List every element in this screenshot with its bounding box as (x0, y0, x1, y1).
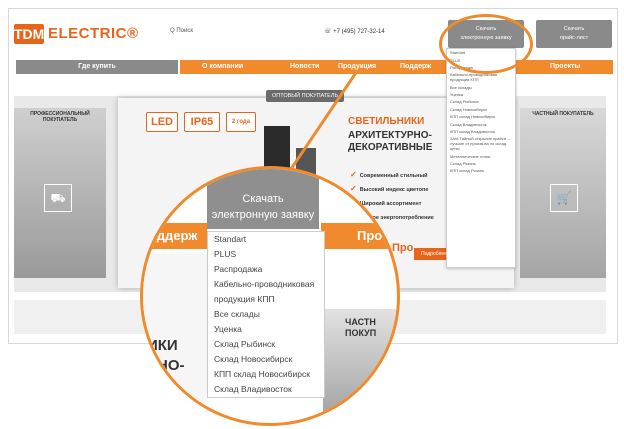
nav-projects[interactable]: Проекты (550, 60, 580, 74)
banner-title: СВЕТИЛЬНИКИ (348, 116, 425, 127)
dropdown-item[interactable]: Склад Рязань (447, 160, 515, 167)
mag-dropdown-item[interactable]: Склад Владивосток (208, 382, 324, 397)
shop-icon: 🛒 (550, 184, 578, 212)
search-link[interactable]: Q Поиск (170, 28, 193, 34)
highlight-ring (439, 14, 533, 74)
phone-number[interactable]: ☏ +7 (495) 727-32-14 (324, 28, 385, 35)
dropdown-item[interactable]: КПП склад Рязань (447, 167, 515, 174)
mag-btn-line2: электронную заявку (211, 209, 315, 221)
mag-dropdown-item[interactable]: Все склады (208, 307, 324, 322)
dropdown-item[interactable]: ЗАМ Тайный открытие прайса — лучшие от п… (447, 135, 515, 152)
cart-icon: ⛟ (44, 184, 72, 212)
mag-btn-line1: Скачать (242, 193, 284, 205)
dropdown-item[interactable]: Склад Владивосток (447, 120, 515, 127)
mag-dropdown-list: Standart PLUS Распродажа Кабельно-провод… (207, 231, 325, 398)
download-price-line2: прайс-лист (559, 35, 589, 41)
mag-right-line2: ПОКУП (345, 328, 377, 338)
mag-left-text-3: ЫЕ (147, 377, 172, 394)
dropdown-item[interactable]: Склад Новосибирск (447, 106, 515, 113)
download-price-line1: Скачать (563, 26, 585, 32)
mag-dropdown-item[interactable]: Кабельно-проводниковая (208, 277, 324, 292)
wholesale-tag: ОПТОВЫЙ ПОКУПАТЕЛЬ (266, 90, 345, 102)
logo-word[interactable]: ELECTRIC® (48, 24, 139, 44)
mag-left-text-1: ИКИ (147, 337, 178, 354)
mag-dropdown-item[interactable]: Склад Рыбинск (208, 337, 324, 352)
mag-left-text-2: РНО- (147, 357, 185, 374)
badge-led: LED (146, 112, 178, 132)
mag-dropdown-item[interactable]: продукция КПП (208, 292, 324, 307)
mag-dropdown-item[interactable]: Распродажа (208, 262, 324, 277)
private-buyer-panel[interactable]: ЧАСТНЫЙ ПОКУПАТЕЛЬ 🛒 (520, 108, 606, 278)
dropdown-item[interactable]: КПП склад Владивосток (447, 128, 515, 135)
dropdown-item[interactable]: Уценка (447, 91, 515, 98)
mag-dropdown-item[interactable]: КПП склад Новосибирск (208, 367, 324, 382)
nav-news[interactable]: Новости (290, 60, 319, 74)
mag-dropdown-item[interactable]: Уценка (208, 322, 324, 337)
main-nav: О компании Новости Продукция Поддерж Про… (180, 60, 613, 74)
mag-dropdown-item[interactable]: PLUS (208, 247, 324, 262)
dropdown-item[interactable]: Все склады (447, 84, 515, 91)
mag-right-text: ЧАСТН ПОКУП (345, 317, 376, 339)
download-price-button[interactable]: Скачать прайс-лист (536, 20, 612, 48)
mag-download-order-button[interactable]: Скачать электронную заявку (207, 169, 319, 229)
magnifier: оддерж Про Скачать электронную заявку ИК… (140, 166, 400, 426)
mag-dropdown-item[interactable]: Standart (208, 232, 324, 247)
where-to-buy-button[interactable]: Где купить (16, 60, 178, 74)
pro-buyer-panel[interactable]: ПРОФЕССИОНАЛЬНЫЙ ПОКУПАТЕЛЬ ⛟ (14, 108, 106, 278)
private-buyer-title: ЧАСТНЫЙ ПОКУПАТЕЛЬ (532, 111, 594, 117)
dropdown-item[interactable]: Металлические лотки (447, 153, 515, 160)
badge-ip65: IP65 (184, 112, 220, 132)
badge-warranty: 2 года (226, 112, 256, 132)
mag-dropdown-item[interactable]: Склад Новосибирск (208, 352, 324, 367)
mag-support-fragment: оддерж (143, 223, 207, 249)
pro-buyer-title: ПРОФЕССИОНАЛЬНЫЙ ПОКУПАТЕЛЬ (30, 111, 90, 123)
mag-pro-fragment: Про (321, 223, 397, 249)
logo-box[interactable]: TDM (14, 24, 44, 44)
dropdown-item[interactable]: Склад Рыбинск (447, 98, 515, 105)
nav-about[interactable]: О компании (202, 60, 243, 74)
mag-right-line1: ЧАСТН (345, 317, 376, 327)
order-dropdown: Standart PLUS Распродажа Кабельно-провод… (446, 48, 516, 268)
dropdown-item[interactable]: КПП склад Новосибирск (447, 113, 515, 120)
nav-support[interactable]: Поддерж (400, 60, 431, 74)
